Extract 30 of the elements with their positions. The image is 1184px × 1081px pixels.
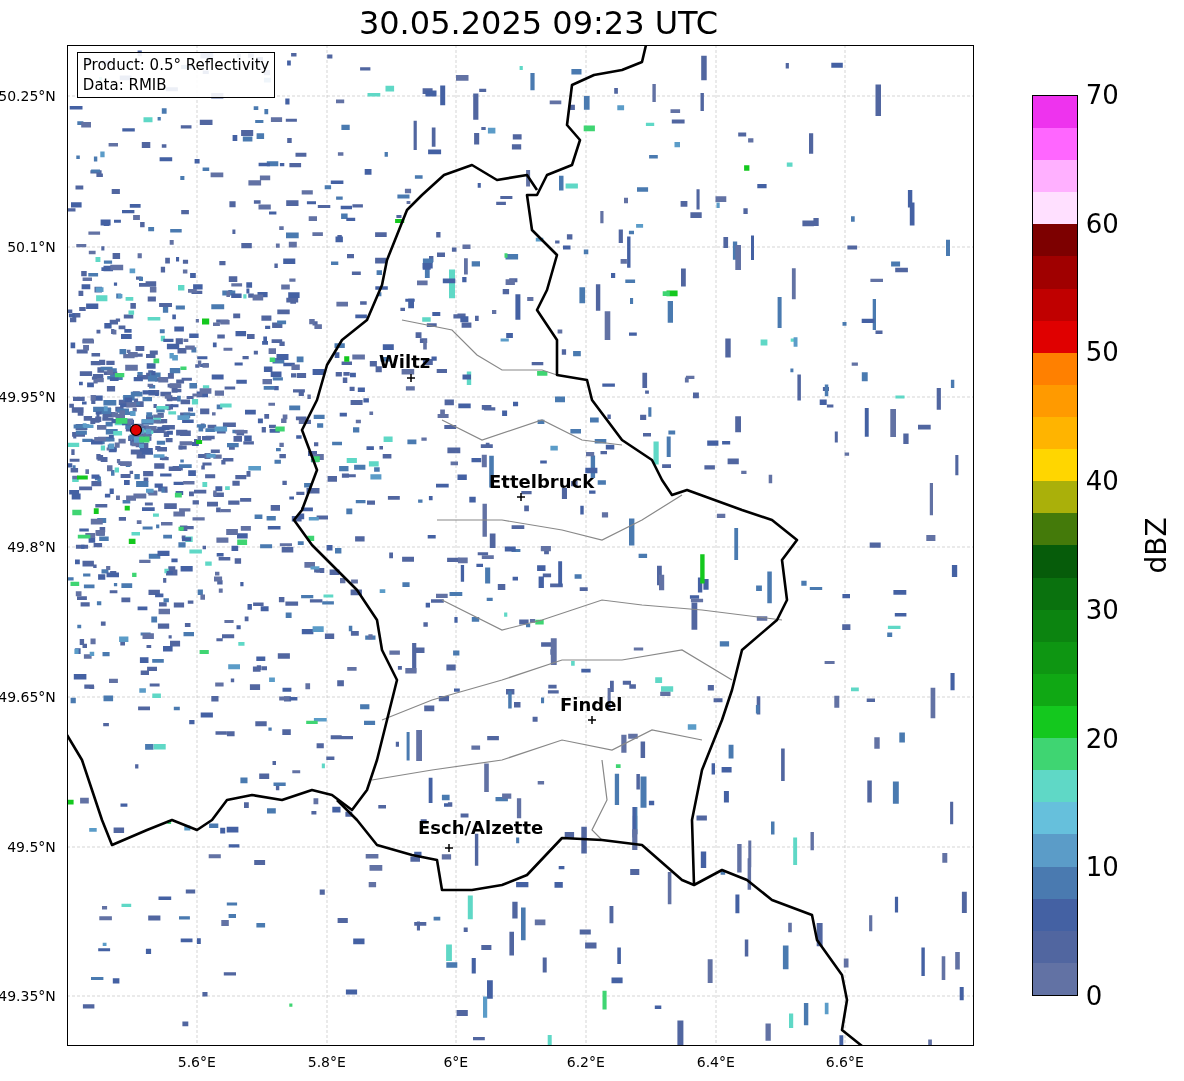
colorbar-tick-label: 0	[1085, 981, 1103, 1011]
place-marker-icon	[516, 492, 526, 502]
longitude-label: 6°E	[443, 1054, 469, 1070]
longitude-label: 5.6°E	[177, 1054, 216, 1070]
colorbar-tick-label: 10	[1085, 852, 1119, 883]
colorbar-tick-label: 50	[1085, 337, 1119, 368]
colorbar-title: dBZ	[1139, 517, 1173, 574]
colorbar-tick-label: 40	[1085, 466, 1119, 497]
place-marker-icon	[406, 373, 416, 383]
colorbar-tick-label: 70	[1085, 80, 1119, 110]
place-label: Wiltz	[378, 351, 431, 372]
latitude-label: 50.25°N	[0, 88, 56, 104]
place-label: Findel	[559, 694, 623, 715]
colorbar-tick-label: 20	[1085, 723, 1119, 754]
longitude-label: 6.4°E	[696, 1054, 735, 1070]
longitude-label: 6.2°E	[566, 1054, 605, 1070]
longitude-label: 6.6°E	[825, 1054, 864, 1070]
radar-site-icon	[129, 423, 142, 437]
longitude-label: 5.8°E	[307, 1054, 346, 1070]
place-marker-icon	[587, 715, 597, 725]
colorbar-tick-label: 30	[1085, 594, 1119, 625]
legend-text: Data: RMIB	[82, 75, 168, 95]
latitude-label: 49.8°N	[7, 539, 56, 555]
latitude-label: 50.1°N	[7, 239, 56, 255]
chart-title: 30.05.2025 09:23 UTC	[357, 2, 720, 44]
latitude-label: 49.5°N	[7, 839, 56, 855]
colorbar-tick-label: 60	[1085, 208, 1119, 239]
legend-text: Product: 0.5° Reflectivity	[82, 55, 270, 75]
place-label: Esch/Alzette	[417, 817, 544, 838]
place-marker-icon	[444, 843, 454, 853]
